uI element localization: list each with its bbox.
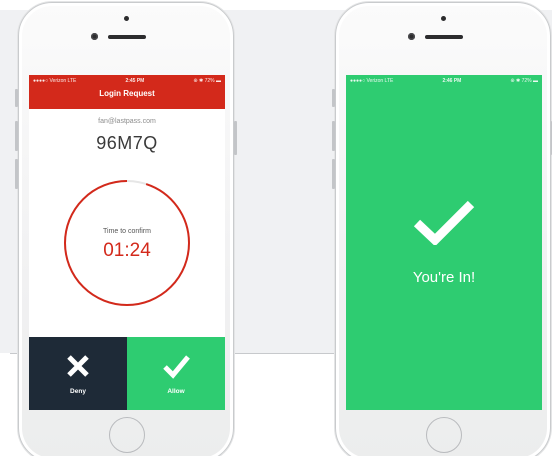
page-title: Login Request <box>99 89 155 98</box>
status-time: 2:46 PM <box>442 77 462 84</box>
volume-down-button <box>332 159 335 189</box>
allow-button[interactable]: Allow <box>127 337 225 410</box>
battery-indicator: ⊕ ✱ 72% ▬ <box>193 77 221 84</box>
carrier-signal: ●●●●○ Verizon LTE <box>350 77 394 84</box>
success-message: You're In! <box>412 269 476 286</box>
volume-down-button <box>15 159 18 189</box>
carrier-signal: ●●●●○ Verizon LTE <box>33 77 77 84</box>
checkmark-icon <box>413 200 475 245</box>
earpiece-speaker <box>425 35 463 39</box>
close-icon <box>67 355 89 377</box>
home-button[interactable] <box>109 417 145 453</box>
home-button[interactable] <box>426 417 462 453</box>
earpiece-speaker <box>108 35 146 39</box>
action-bar: Deny Allow <box>29 337 225 410</box>
front-camera <box>91 33 98 40</box>
app-header: ●●●●○ Verizon LTE 2:45 PM ⊕ ✱ 72% ▬ Logi… <box>29 75 225 109</box>
status-time: 2:45 PM <box>125 77 145 84</box>
timer-value: 01:24 <box>103 240 151 261</box>
power-button <box>234 121 237 155</box>
sensor-dot <box>441 16 446 21</box>
success-screen: ●●●●○ Verizon LTE 2:46 PM ⊕ ✱ 72% ▬ You'… <box>346 75 542 410</box>
account-email: fan@lastpass.com <box>98 118 156 125</box>
status-bar: ●●●●○ Verizon LTE 2:45 PM ⊕ ✱ 72% ▬ <box>29 75 225 86</box>
front-camera <box>408 33 415 40</box>
status-bar: ●●●●○ Verizon LTE 2:46 PM ⊕ ✱ 72% ▬ <box>346 75 542 86</box>
phone-success: ●●●●○ Verizon LTE 2:46 PM ⊕ ✱ 72% ▬ You'… <box>332 2 552 456</box>
volume-up-button <box>15 121 18 151</box>
deny-button[interactable]: Deny <box>29 337 127 410</box>
battery-indicator: ⊕ ✱ 72% ▬ <box>510 77 538 84</box>
verification-code: 96M7Q <box>96 133 158 153</box>
timer-label: Time to confirm <box>103 228 151 235</box>
sensor-dot <box>124 16 129 21</box>
mute-switch <box>332 89 335 107</box>
login-screen: ●●●●○ Verizon LTE 2:45 PM ⊕ ✱ 72% ▬ Logi… <box>29 75 225 410</box>
phone-login-request: ●●●●○ Verizon LTE 2:45 PM ⊕ ✱ 72% ▬ Logi… <box>15 2 237 456</box>
allow-label: Allow <box>167 388 185 395</box>
mute-switch <box>15 89 18 107</box>
volume-up-button <box>332 121 335 151</box>
deny-label: Deny <box>70 388 86 395</box>
checkmark-icon <box>163 355 190 379</box>
